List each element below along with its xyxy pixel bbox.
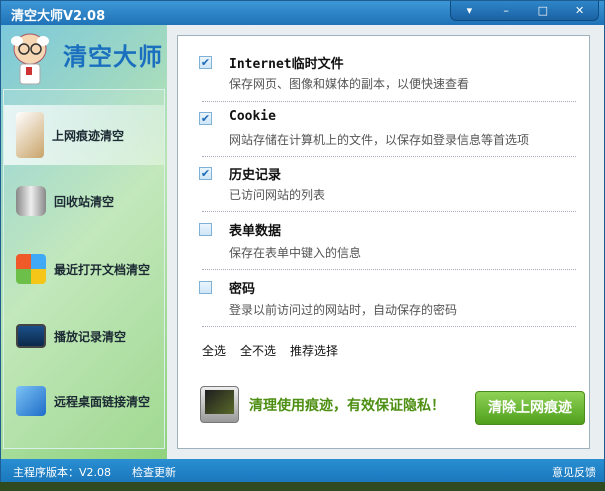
sidebar-item-playback-history[interactable]: 播放记录清空 (4, 306, 164, 366)
sidebar: 清空大师 上网痕迹清空 回收站清空 最近打开文档清空 播放记录清空 远程桌面链接… (1, 25, 167, 459)
sidebar-item-label: 最近打开文档清空 (54, 262, 151, 277)
window-title: 清空大师V2.08 (11, 9, 106, 24)
title-bar[interactable]: 清空大师V2.08 ▾ – □ ✕ (1, 1, 604, 25)
option-title: 历史记录 (229, 168, 282, 183)
slogan-text: 清理使用痕迹，有效保证隐私！ (249, 398, 445, 414)
option-desc: 登录以前访问过的网站时，自动保存的密码 (229, 303, 458, 317)
windows-logo-icon (16, 254, 46, 284)
select-none-link[interactable]: 全不选 (240, 342, 276, 359)
option-title: 密码 (229, 282, 256, 297)
option-title: Cookie (229, 109, 276, 124)
divider (202, 211, 576, 212)
window-controls: ▾ – □ ✕ (450, 1, 599, 21)
sidebar-item-recycle-bin[interactable]: 回收站清空 (4, 171, 164, 231)
logo: 清空大师 (1, 25, 167, 87)
divider (202, 101, 576, 102)
minimize-button[interactable]: – (488, 1, 525, 20)
checkbox-internet-temp-files[interactable]: ✔ (199, 56, 212, 69)
sidebar-item-label: 播放记录清空 (54, 329, 127, 344)
cubes-icon (16, 386, 46, 416)
version-text: 主程序版本：V2.08 (13, 466, 112, 479)
option-title: 表单数据 (229, 224, 282, 239)
check-update-link[interactable]: 检查更新 (132, 464, 176, 480)
checkbox-form-data[interactable] (199, 223, 212, 236)
sidebar-item-label: 上网痕迹清空 (52, 128, 125, 143)
option-desc: 保存网页、图像和媒体的副本，以便快速查看 (229, 77, 470, 91)
doctor-mascot-icon (11, 33, 49, 85)
recycle-bin-icon (16, 186, 46, 216)
status-bar: 主程序版本：V2.08 检查更新 意见反馈 (1, 459, 604, 482)
checkbox-history[interactable]: ✔ (199, 167, 212, 180)
logo-text: 清空大师 (63, 43, 163, 71)
divider (202, 269, 576, 270)
sidebar-item-remote-desktop[interactable]: 远程桌面链接清空 (4, 371, 164, 431)
option-desc: 网站存储在计算机上的文件，以保存如登录信息等首选项 (229, 133, 530, 147)
select-all-link[interactable]: 全选 (202, 342, 226, 359)
broom-icon (16, 112, 44, 158)
options-panel: ✔ Internet临时文件 保存网页、图像和媒体的副本，以便快速查看 ✔ Co… (177, 35, 590, 449)
clear-web-traces-button[interactable]: 清除上网痕迹 (475, 391, 585, 425)
app-window: 清空大师V2.08 ▾ – □ ✕ 清空大师 上网痕迹清空 回收站清空 最近打开… (0, 0, 605, 482)
monitor-icon (16, 324, 46, 348)
checkbox-cookie[interactable]: ✔ (199, 112, 212, 125)
sidebar-item-label: 远程桌面链接清空 (54, 394, 151, 409)
close-button[interactable]: ✕ (561, 1, 598, 20)
option-desc: 已访问网站的列表 (229, 188, 326, 202)
sidebar-item-recent-docs[interactable]: 最近打开文档清空 (4, 239, 164, 299)
option-desc: 保存在表单中键入的信息 (229, 246, 362, 260)
sidebar-nav: 上网痕迹清空 回收站清空 最近打开文档清空 播放记录清空 远程桌面链接清空 (3, 89, 165, 449)
menu-dropdown-button[interactable]: ▾ (451, 1, 488, 20)
monitor-icon (200, 386, 239, 423)
sidebar-item-label: 回收站清空 (54, 194, 115, 209)
feedback-link[interactable]: 意见反馈 (552, 464, 596, 480)
maximize-button[interactable]: □ (525, 1, 562, 20)
divider (202, 156, 576, 157)
sidebar-item-web-traces[interactable]: 上网痕迹清空 (4, 105, 164, 165)
checkbox-passwords[interactable] (199, 281, 212, 294)
recommended-select-link[interactable]: 推荐选择 (290, 342, 338, 359)
divider (202, 326, 576, 327)
option-title: Internet临时文件 (229, 57, 344, 72)
